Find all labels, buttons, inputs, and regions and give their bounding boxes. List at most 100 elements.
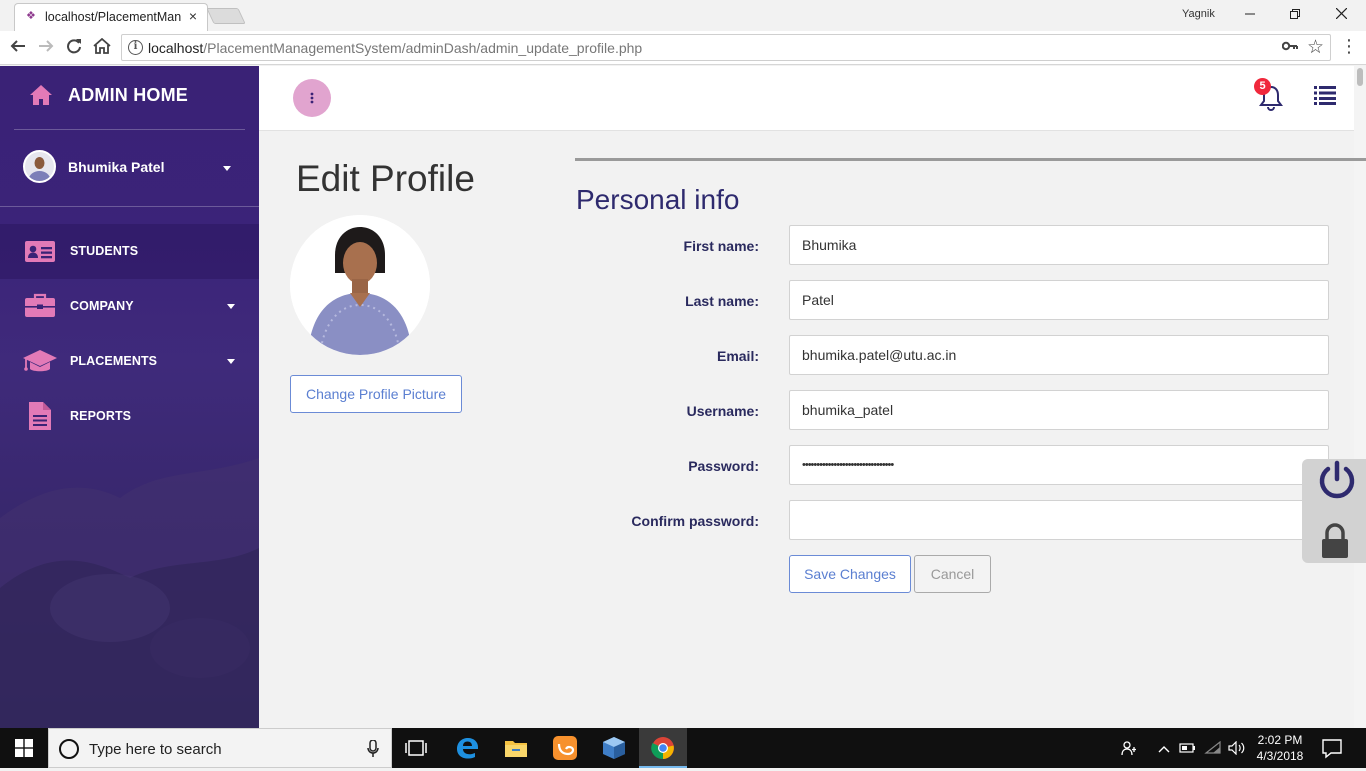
username-field[interactable] (789, 390, 1329, 430)
back-arrow-icon (10, 40, 25, 52)
user-name: Bhumika Patel (68, 159, 165, 175)
info-icon[interactable]: i (128, 40, 143, 55)
chevron-down-icon (227, 304, 235, 309)
task-view-icon (405, 740, 427, 756)
new-tab-button[interactable] (206, 8, 246, 24)
url-text[interactable]: localhost/PlacementManagementSystem/admi… (148, 40, 642, 56)
kebab-menu-icon[interactable]: ⋮ (1340, 36, 1358, 57)
forward-button[interactable] (33, 35, 59, 61)
first-name-field[interactable] (789, 225, 1329, 265)
reload-icon (67, 39, 81, 54)
sidebar-toggle-button[interactable] (293, 79, 331, 117)
taskbar-app-edge[interactable] (443, 728, 491, 768)
minimize-button[interactable] (1227, 2, 1273, 28)
id-card-icon (25, 241, 55, 262)
email-field[interactable] (789, 335, 1329, 375)
chrome-icon (651, 737, 674, 760)
cortana-icon (59, 739, 79, 759)
sidebar-background-image (0, 458, 259, 728)
profile-picture (290, 215, 430, 355)
close-icon (1335, 7, 1347, 20)
folder-icon (505, 741, 527, 757)
windows-taskbar: Type here to search 2:02 PM 4/3/2018 (0, 728, 1366, 768)
list-icon[interactable] (1314, 85, 1336, 105)
vertical-dots-icon (310, 92, 314, 104)
start-button[interactable] (0, 728, 48, 768)
sidebar-divider (0, 206, 259, 207)
chevron-up-icon (1158, 746, 1170, 753)
chevron-down-icon (227, 359, 235, 364)
last-name-field[interactable] (789, 280, 1329, 320)
home-button[interactable] (89, 35, 115, 61)
address-bar[interactable]: i localhost/PlacementManagementSystem/ad… (121, 34, 1331, 61)
sidebar-item-label: REPORTS (70, 409, 132, 423)
key-icon[interactable] (1281, 39, 1298, 57)
sidebar-item-label: PLACEMENTS (70, 354, 158, 368)
password-label: Password: (688, 458, 759, 474)
password-field[interactable] (789, 445, 1329, 485)
cube-icon (603, 737, 625, 759)
action-center-icon[interactable] (1320, 736, 1344, 760)
home-icon (93, 37, 111, 54)
browser-tab-bar: ❖ localhost/PlacementMan × Yagnik (0, 0, 1366, 31)
star-icon[interactable]: ☆ (1307, 36, 1324, 59)
forward-arrow-icon (39, 40, 54, 52)
user-menu-toggle[interactable]: Bhumika Patel (23, 150, 243, 184)
show-hidden-icons-button[interactable] (1155, 728, 1173, 768)
browser-profile-name[interactable]: Yagnik (1182, 8, 1215, 20)
taskbar-clock[interactable]: 2:02 PM 4/3/2018 (1250, 732, 1310, 764)
volume-icon[interactable] (1227, 728, 1247, 768)
sidebar-item-label: STUDENTS (70, 244, 139, 258)
confirm-password-field[interactable] (789, 500, 1329, 540)
power-icon[interactable] (1317, 459, 1357, 501)
cancel-button[interactable]: Cancel (914, 555, 991, 593)
taskbar-app-chrome[interactable] (639, 728, 687, 768)
taskbar-app-virtualbox[interactable] (590, 728, 638, 768)
reload-button[interactable] (61, 35, 87, 61)
task-view-button[interactable] (392, 728, 440, 768)
sidebar-item-students[interactable]: STUDENTS (0, 224, 259, 279)
sidebar-item-reports[interactable]: REPORTS (0, 389, 259, 444)
last-name-label: Last name: (685, 293, 759, 309)
site-favicon-icon: ❖ (26, 10, 36, 22)
sidebar: ADMIN HOME Bhumika Patel STUDENTS COMPAN… (0, 66, 259, 728)
sidebar-item-company[interactable]: COMPANY (0, 279, 259, 334)
taskbar-app-file-explorer[interactable] (492, 728, 540, 768)
lock-icon[interactable] (1319, 523, 1351, 559)
taskbar-search-placeholder: Type here to search (89, 741, 222, 758)
minimize-icon (1245, 13, 1255, 15)
microphone-icon[interactable] (367, 740, 379, 758)
taskbar-search-box[interactable]: Type here to search (48, 728, 392, 768)
browser-tab[interactable]: ❖ localhost/PlacementMan × (14, 3, 208, 31)
tab-close-icon[interactable]: × (189, 8, 197, 24)
home-icon (30, 85, 52, 105)
chevron-down-icon (223, 166, 231, 171)
graduation-cap-icon (23, 350, 57, 372)
windows-logo-icon (15, 739, 33, 757)
first-name-label: First name: (683, 238, 759, 254)
url-host: localhost (148, 40, 204, 56)
admin-home-link[interactable]: ADMIN HOME (29, 84, 188, 106)
wifi-icon[interactable] (1203, 728, 1223, 768)
avatar (23, 150, 56, 183)
close-window-button[interactable] (1318, 2, 1364, 28)
page-scrollbar[interactable] (1354, 66, 1366, 728)
edge-icon (457, 738, 478, 759)
save-changes-button[interactable]: Save Changes (789, 555, 911, 593)
clock-date: 4/3/2018 (1256, 749, 1304, 763)
battery-icon[interactable] (1178, 728, 1198, 768)
session-panel (1302, 459, 1366, 563)
people-icon[interactable] (1118, 728, 1140, 768)
restore-icon (1290, 9, 1300, 19)
section-divider (575, 158, 1366, 161)
back-button[interactable] (5, 35, 31, 61)
restore-button[interactable] (1272, 2, 1318, 28)
sidebar-item-placements[interactable]: PLACEMENTS (0, 334, 259, 389)
scrollbar-thumb[interactable] (1357, 68, 1363, 86)
taskbar-app-uc-browser[interactable] (541, 728, 589, 768)
page-title: Edit Profile (296, 158, 475, 199)
change-profile-picture-button[interactable]: Change Profile Picture (290, 375, 462, 413)
browser-toolbar: i localhost/PlacementManagementSystem/ad… (0, 31, 1366, 65)
section-title: Personal info (576, 184, 740, 215)
user-avatar-image (25, 152, 54, 181)
